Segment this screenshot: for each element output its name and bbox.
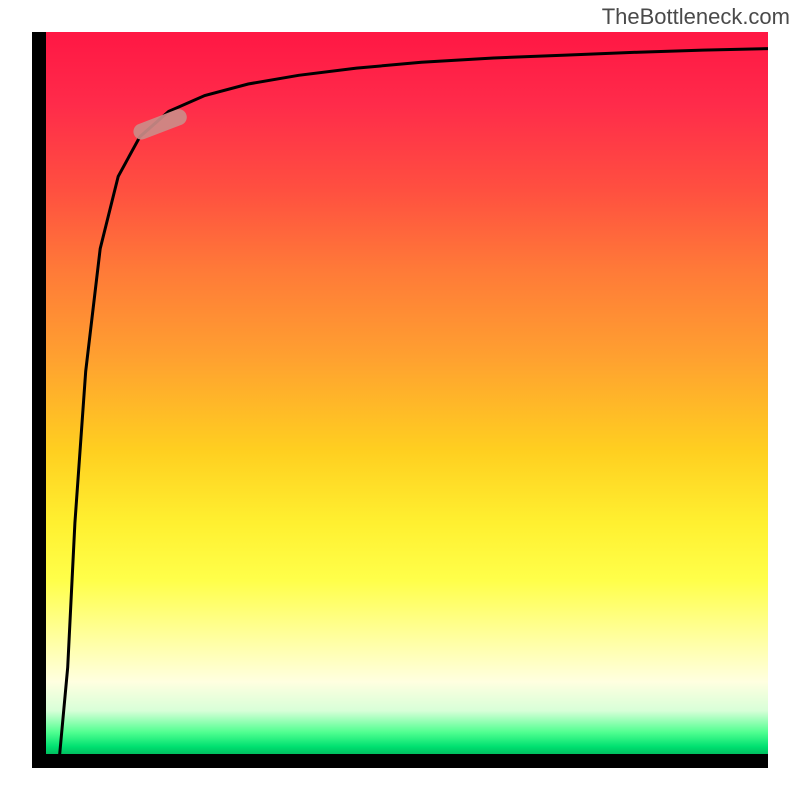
curve-marker-pill [131,107,189,142]
curve-layer [32,32,768,768]
watermark-text: TheBottleneck.com [602,4,790,30]
plot-frame [32,32,768,768]
bottleneck-curve [60,49,768,754]
